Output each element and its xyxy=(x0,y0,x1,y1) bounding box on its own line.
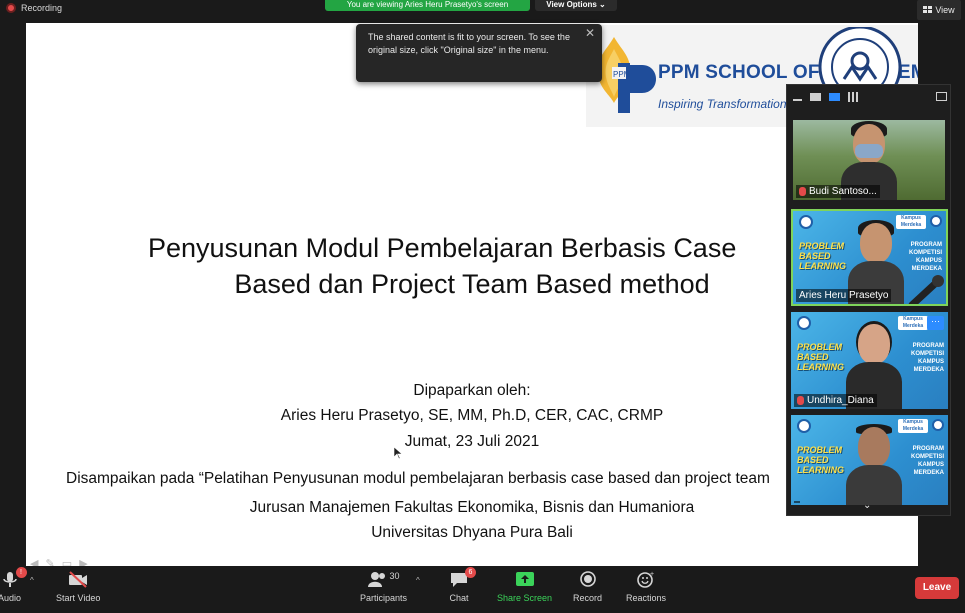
top-bar: Recording You are viewing Aries Heru Pra… xyxy=(0,0,965,22)
video-tile-budi[interactable]: Budi Santoso... xyxy=(793,120,945,200)
chat-unread-badge: 6 xyxy=(465,567,476,578)
tooltip-close-icon[interactable]: ✕ xyxy=(585,27,595,40)
record-label: Record xyxy=(573,593,603,603)
chat-label: Chat xyxy=(449,593,469,603)
more-options-icon[interactable]: ··· xyxy=(927,316,944,330)
logo-tagline: Inspiring Transformation xyxy=(658,97,787,111)
kampus-merdeka-badge: Kampus Merdeka xyxy=(898,419,928,433)
recording-indicator[interactable]: Recording xyxy=(6,3,62,13)
face-mask xyxy=(855,144,883,158)
kemdikbud-logo-icon xyxy=(930,215,942,227)
presentation-date: Jumat, 23 Juli 2021 xyxy=(404,433,540,450)
mic-muted-icon xyxy=(799,187,806,196)
undhira-logo-icon xyxy=(799,215,813,229)
pbl-wordmark: PROBLEM BASED LEARNING xyxy=(799,241,846,271)
video-tile-aries[interactable]: Kampus Merdeka PROBLEM BASED LEARNING PR… xyxy=(791,209,948,306)
undhira-logo-icon xyxy=(797,316,811,330)
headset-microphone-icon xyxy=(908,275,944,304)
participant-name-label xyxy=(794,501,800,503)
reactions-label: Reactions xyxy=(626,593,667,603)
svg-text:+: + xyxy=(650,571,654,578)
participant-name: Undhira_Diana xyxy=(807,395,874,406)
pbl-wordmark: PROBLEM BASED LEARNING xyxy=(797,342,844,372)
undhira-logo-icon xyxy=(797,419,811,433)
program-text: PROGRAM KOMPETISI KAMPUS MERDEKA xyxy=(908,242,942,272)
participant-face xyxy=(858,427,890,467)
mouse-cursor-icon xyxy=(394,447,402,459)
audio-options-caret-icon[interactable]: ^ xyxy=(30,576,34,585)
svg-text:PPM: PPM xyxy=(613,70,631,79)
participants-count: 30 xyxy=(389,571,400,581)
viewing-screen-banner: You are viewing Aries Heru Prasetyo's sc… xyxy=(325,0,530,11)
department-text: Jurusan Manajemen Fakultas Ekonomika, Bi… xyxy=(249,499,695,516)
microphone-icon: ! xyxy=(0,567,27,588)
audio-warning-badge: ! xyxy=(15,567,27,578)
program-text: PROGRAM KOMPETISI KAMPUS MERDEKA xyxy=(910,343,944,373)
slide-title-line2: Based dan Project Team Based method xyxy=(234,269,710,299)
kampus-merdeka-badge: Kampus Merdeka xyxy=(898,316,928,330)
participant-face xyxy=(860,223,892,263)
university-seal-icon xyxy=(818,27,902,91)
record-button[interactable]: Record xyxy=(573,570,602,603)
start-video-button[interactable]: Start Video xyxy=(56,570,100,603)
view-button[interactable]: View xyxy=(917,0,961,20)
share-screen-button[interactable]: Share Screen xyxy=(497,570,552,603)
smiley-reaction-icon: + xyxy=(636,570,656,588)
participant-name: Budi Santoso... xyxy=(809,186,877,197)
leave-meeting-button[interactable]: Leave xyxy=(915,577,959,599)
participant-name-label: Budi Santoso... xyxy=(796,185,880,198)
recording-dot-icon xyxy=(6,3,16,13)
video-tile-participant-4[interactable]: Kampus Merdeka PROBLEM BASED LEARNING PR… xyxy=(791,415,948,505)
gallery-grid-icon[interactable] xyxy=(848,92,858,102)
chat-bubble-icon: 6 xyxy=(449,567,476,588)
chat-button[interactable]: 6 Chat xyxy=(449,567,476,603)
view-button-label: View xyxy=(935,5,955,15)
share-screen-label: Share Screen xyxy=(497,593,553,603)
reactions-button[interactable]: + Reactions xyxy=(626,570,666,603)
video-off-icon xyxy=(68,570,88,588)
mic-muted-icon xyxy=(797,396,804,405)
start-video-label: Start Video xyxy=(56,593,101,603)
kemdikbud-logo-icon xyxy=(932,419,944,431)
participant-shirt xyxy=(846,465,902,505)
audio-button[interactable]: ! Audio xyxy=(0,567,27,603)
tooltip-message: The shared content is fit to your screen… xyxy=(368,32,570,55)
audio-label: Audio xyxy=(0,593,22,603)
participant-face xyxy=(858,324,890,364)
speaker-view-icon[interactable] xyxy=(810,93,821,101)
strip-view-icon[interactable] xyxy=(829,93,840,101)
shared-screen-slide[interactable]: PPM PPM SCHOOL OF MANAGEMENT Inspiring T… xyxy=(26,23,918,568)
participants-button[interactable]: 30 Participants xyxy=(360,570,407,603)
participants-icon: 30 xyxy=(363,570,405,588)
video-gallery-panel: Budi Santoso... Kampus Merdeka PROBLEM B… xyxy=(786,84,951,516)
record-icon xyxy=(578,570,598,588)
view-options-button[interactable]: View Options ⌄ xyxy=(535,0,617,11)
share-screen-icon xyxy=(515,570,535,588)
fit-to-screen-tooltip: The shared content is fit to your screen… xyxy=(356,24,602,82)
view-grid-icon xyxy=(923,6,933,13)
participant-name-label: Aries Heru Prasetyo xyxy=(796,289,892,302)
participant-name-label: Undhira_Diana xyxy=(794,394,877,407)
presenter-label: Dipaparkan oleh: xyxy=(413,382,531,399)
video-tile-diana[interactable]: Kampus Merdeka ··· PROBLEM BASED LEARNIN… xyxy=(791,312,948,409)
university-text: Universitas Dhyana Pura Bali xyxy=(371,524,573,541)
pbl-wordmark: PROBLEM BASED LEARNING xyxy=(797,445,844,475)
participant-name: Aries Heru Prasetyo xyxy=(799,290,889,301)
zoom-meeting-window: Recording You are viewing Aries Heru Pra… xyxy=(0,0,965,613)
participants-label: Participants xyxy=(360,593,408,603)
scroll-down-chevron-icon[interactable]: ⌄ xyxy=(863,500,871,511)
recording-label: Recording xyxy=(21,3,63,13)
gallery-toolbar xyxy=(787,85,952,109)
participants-options-caret-icon[interactable]: ^ xyxy=(416,576,420,585)
program-text: PROGRAM KOMPETISI KAMPUS MERDEKA xyxy=(910,446,944,476)
minimize-icon[interactable] xyxy=(793,99,802,101)
participant-video-feed xyxy=(846,424,902,505)
meeting-controls-toolbar: ! Audio ^ Start Video 30 Participants ^ … xyxy=(0,566,965,613)
popout-window-icon[interactable] xyxy=(936,92,947,101)
presenter-name: Aries Heru Prasetyo, SE, MM, Ph.D, CER, … xyxy=(280,407,664,424)
ppm-p-mark-icon: PPM xyxy=(612,63,656,113)
